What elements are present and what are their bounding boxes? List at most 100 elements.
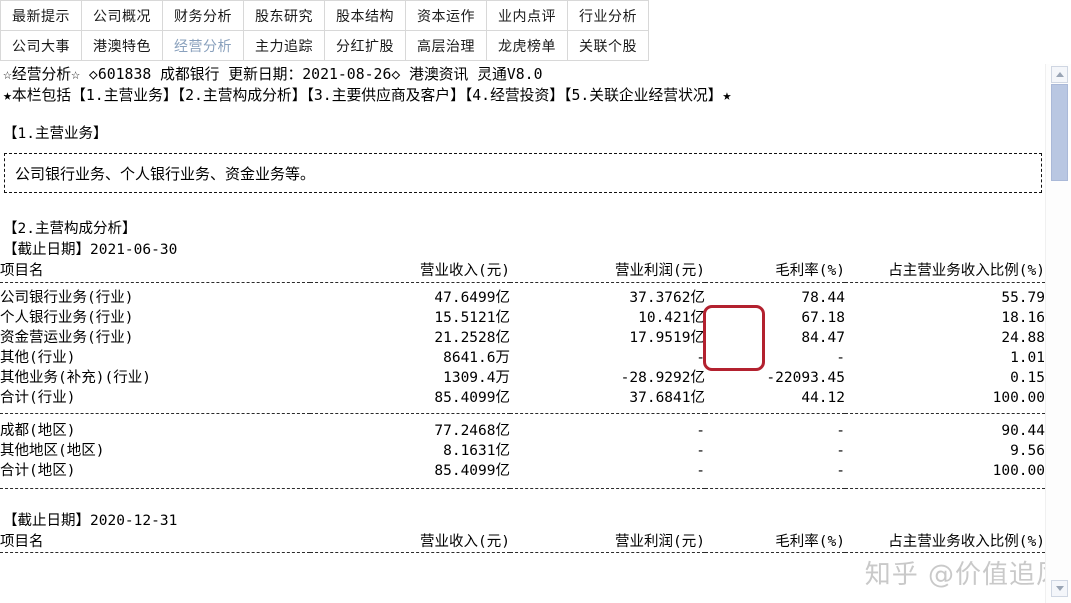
table-row: 其他地区(地区) 8.1631亿 - - 9.56	[0, 441, 1045, 461]
col-header-name: 项目名	[0, 533, 44, 550]
cell-margin: -22093.45	[766, 370, 845, 386]
tab-row2-5[interactable]: 高层治理	[405, 30, 487, 61]
tab-row2-0[interactable]: 公司大事	[0, 30, 82, 61]
cell-profit: 37.3762亿	[629, 290, 705, 306]
cell-profit: 17.9519亿	[629, 330, 705, 346]
section-1-heading: 【1.主营业务】	[3, 126, 108, 142]
cell-ratio: 9.56	[1010, 443, 1045, 459]
table-row: 其他(行业) 8641.6万 - - 1.01	[0, 348, 1045, 368]
tab-label: 财务分析	[174, 7, 232, 24]
cell-margin: 67.18	[801, 310, 845, 326]
tab-row2-6[interactable]: 龙虎榜单	[486, 30, 568, 61]
cell-margin: -	[836, 423, 845, 439]
col-header-ratio: 占主营业务收入比例(%)	[888, 533, 1045, 550]
tab-row2-7[interactable]: 关联个股	[567, 30, 649, 61]
scrollbar-thumb[interactable]	[1051, 84, 1068, 181]
cell-margin: -	[836, 443, 845, 459]
tab-label: 龙虎榜单	[498, 37, 556, 54]
vertical-scrollbar[interactable]	[1045, 64, 1071, 603]
tab-label: 行业分析	[579, 7, 637, 24]
cell-ratio: 100.00	[992, 390, 1045, 406]
header-separator-2	[0, 551, 1045, 553]
cell-profit: -	[696, 463, 705, 479]
cell-margin: 44.12	[801, 390, 845, 406]
report-content: ☆经营分析☆ ◇601838 成都银行 更新日期：2021-08-26◇ 港澳资…	[0, 64, 1045, 603]
separator-line	[0, 551, 1045, 553]
cell-ratio: 100.00	[992, 463, 1045, 479]
tab-row1-1[interactable]: 公司概况	[81, 0, 163, 31]
col-header-name: 项目名	[0, 263, 44, 279]
col-header-revenue: 营业收入(元)	[420, 533, 510, 550]
tab-row1-6[interactable]: 业内点评	[486, 0, 568, 31]
tab-row1-4[interactable]: 股本结构	[324, 0, 406, 31]
cell-revenue: 77.2468亿	[434, 423, 510, 439]
cell-revenue: 85.4099亿	[434, 463, 510, 479]
report-title-line: ☆经营分析☆ ◇601838 成都银行 更新日期：2021-08-26◇ 港澳资…	[3, 66, 543, 83]
cell-ratio: 55.79	[1001, 290, 1045, 306]
cell-ratio: 1.01	[1010, 350, 1045, 366]
table-row: 个人银行业务(行业) 15.5121亿 10.421亿 67.18 18.16	[0, 308, 1045, 328]
cell-revenue: 21.2528亿	[434, 330, 510, 346]
tab-row2-1[interactable]: 港澳特色	[81, 30, 163, 61]
cell-profit: 37.6841亿	[629, 390, 705, 406]
table-gap	[0, 413, 1045, 421]
tab-label: 主力追踪	[255, 37, 313, 54]
tab-row1-0[interactable]: 最新提示	[0, 0, 82, 31]
tab-row1-7[interactable]: 行业分析	[567, 0, 649, 31]
tab-label: 最新提示	[12, 7, 70, 24]
section-2-heading: 【2.主营构成分析】	[3, 221, 137, 237]
main-business-box: 公司银行业务、个人银行业务、资金业务等。	[4, 153, 1042, 193]
cell-margin: -	[836, 463, 845, 479]
scroll-up-button[interactable]	[1051, 66, 1068, 83]
tab-navigation: 最新提示 公司概况 财务分析 股东研究 股本结构 资本运作 业内点评 行业分析 公司大事 港澳特…	[0, 0, 1045, 61]
tab-row2-3[interactable]: 主力追踪	[243, 30, 325, 61]
col-header-profit: 营业利润(元)	[615, 533, 705, 550]
cell-profit: -	[696, 443, 705, 459]
cell-margin: -	[836, 350, 845, 366]
period-1-label: 【截止日期】2021-06-30	[3, 242, 178, 258]
cell-revenue: 47.6499亿	[434, 290, 510, 306]
tab-label: 股东研究	[255, 7, 313, 24]
table-row: 合计(地区) 85.4099亿 - - 100.00	[0, 461, 1045, 481]
stock-analysis-page: 最新提示 公司概况 财务分析 股东研究 股本结构 资本运作 业内点评 行业分析 公司大事 港澳特…	[0, 0, 1071, 603]
cell-name: 个人银行业务(行业)	[0, 310, 134, 326]
table-row: 公司银行业务(行业) 47.6499亿 37.3762亿 78.44 55.79	[0, 288, 1045, 308]
tab-label: 业内点评	[498, 7, 556, 24]
tab-row-secondary: 公司大事 港澳特色 经营分析 主力追踪 分红扩股 高层治理 龙虎榜单 关联个股	[0, 30, 1045, 61]
cell-profit: 10.421亿	[638, 310, 705, 326]
tab-label: 关联个股	[579, 37, 637, 54]
cell-name: 成都(地区)	[0, 423, 76, 439]
cell-revenue: 1309.4万	[443, 370, 510, 386]
cell-revenue: 8641.6万	[443, 350, 510, 366]
tab-row-primary: 最新提示 公司概况 财务分析 股东研究 股本结构 资本运作 业内点评 行业分析	[0, 0, 1045, 31]
tab-label: 公司大事	[12, 37, 70, 54]
composition-table-2020-12-31: 项目名 营业收入(元) 营业利润(元) 毛利率(%) 占主营业务收入比例(%)	[0, 532, 1045, 553]
composition-table-2021-06-30: 项目名 营业收入(元) 营业利润(元) 毛利率(%) 占主营业务收入比例(%) 公司银行业…	[0, 261, 1045, 489]
tab-row2-4[interactable]: 分红扩股	[324, 30, 406, 61]
table-row: 成都(地区) 77.2468亿 - - 90.44	[0, 421, 1045, 441]
col-header-ratio: 占主营业务收入比例(%)	[888, 263, 1045, 279]
cell-ratio: 18.16	[1001, 310, 1045, 326]
cell-name: 其他(行业)	[0, 350, 76, 366]
cell-profit: -28.9292亿	[620, 370, 705, 386]
period-2-label: 【截止日期】2020-12-31	[3, 512, 178, 529]
cell-revenue: 85.4099亿	[434, 390, 510, 406]
cell-name: 资金营运业务(行业)	[0, 330, 134, 346]
tab-row1-3[interactable]: 股东研究	[243, 0, 325, 31]
tab-label: 公司概况	[93, 7, 151, 24]
cell-ratio: 24.88	[1001, 330, 1045, 346]
scroll-down-button[interactable]	[1051, 580, 1068, 597]
table-row: 合计(行业) 85.4099亿 37.6841亿 44.12 100.00	[0, 388, 1045, 408]
cell-name: 合计(行业)	[0, 390, 76, 406]
cell-name: 合计(地区)	[0, 463, 76, 479]
table-header-row: 项目名 营业收入(元) 营业利润(元) 毛利率(%) 占主营业务收入比例(%)	[0, 532, 1045, 552]
report-toc-line: ★本栏包括【1.主营业务】【2.主营构成分析】【3.主要供应商及客户】【4.经营…	[3, 87, 732, 104]
tab-row1-5[interactable]: 资本运作	[405, 0, 487, 31]
watermark: 知乎 @价值追风	[864, 560, 1063, 590]
tab-label: 经营分析	[174, 37, 232, 54]
cell-margin: 84.47	[801, 330, 845, 346]
tab-label: 分红扩股	[336, 37, 394, 54]
tab-row2-2[interactable]: 经营分析	[162, 30, 244, 61]
triangle-up-icon	[1055, 72, 1064, 77]
tab-row1-2[interactable]: 财务分析	[162, 0, 244, 31]
